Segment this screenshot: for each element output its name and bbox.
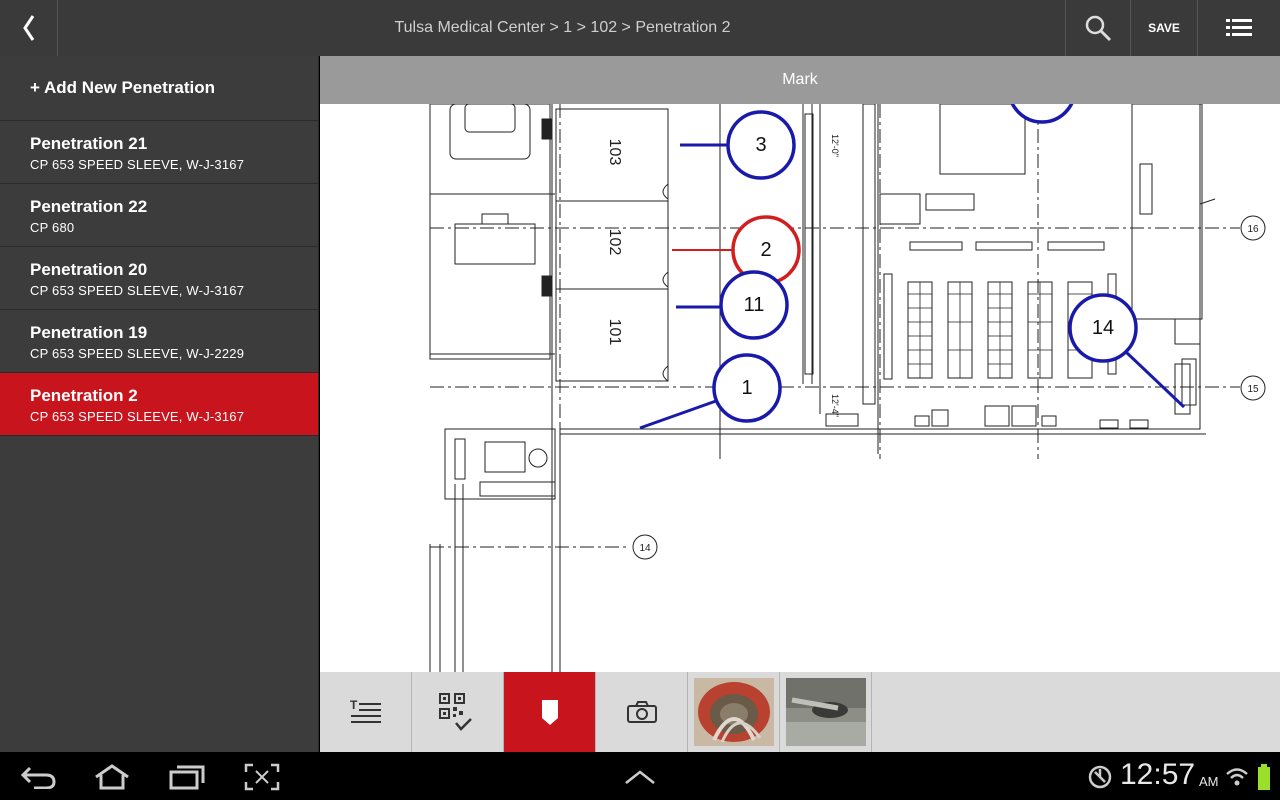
list-item-penetration-20[interactable]: Penetration 20 CP 653 SPEED SLEEVE, W-J-…: [0, 247, 318, 310]
back-button[interactable]: [0, 0, 58, 56]
sync-icon: [1088, 765, 1112, 789]
wifi-status: [1222, 762, 1252, 792]
photo-thumbnail-1[interactable]: [688, 672, 780, 752]
grid-bubble-15: 15: [1240, 375, 1266, 401]
marker-label: 14: [1092, 317, 1114, 339]
list-item-detail: CP 653 SPEED SLEEVE, W-J-3167: [30, 409, 245, 424]
clock-time: 12:57: [1120, 758, 1196, 791]
room-label-103: 103: [606, 139, 623, 166]
back-chevron-icon: [22, 15, 34, 41]
search-button[interactable]: [1065, 0, 1130, 56]
marker-label: 3: [755, 134, 766, 156]
text-list-icon: T: [350, 698, 381, 723]
grid-bubble-label: 15: [1247, 384, 1259, 395]
list-item-detail: CP 653 SPEED SLEEVE, W-J-3167: [30, 283, 245, 298]
home-icon: [95, 764, 129, 790]
battery-icon: [1258, 764, 1270, 790]
marker-partial[interactable]: [1009, 104, 1075, 124]
app-drawer-button[interactable]: [620, 762, 660, 792]
list-item-penetration-2[interactable]: Penetration 2 CP 653 SPEED SLEEVE, W-J-3…: [0, 373, 318, 436]
marker-icon: [541, 700, 558, 725]
dimension-label: 12'-4": [830, 394, 840, 417]
action-bar: Tulsa Medical Center > 1 > 102 > Penetra…: [0, 0, 1280, 56]
grid-bubble-16: 16: [1240, 215, 1266, 241]
marker-tool-button[interactable]: [504, 672, 596, 752]
nav-home-button[interactable]: [92, 762, 132, 792]
camera-icon: [626, 701, 657, 723]
up-chevron-icon: [625, 770, 655, 784]
bottom-toolbar: T: [320, 672, 1280, 752]
marker-3[interactable]: 3: [680, 110, 796, 180]
camera-button[interactable]: [596, 672, 688, 752]
clock-ampm: AM: [1199, 774, 1219, 789]
marker-label: 11: [744, 294, 765, 316]
marker-11[interactable]: 11: [676, 270, 789, 340]
screenshot-button[interactable]: [242, 762, 282, 792]
grid-bubble-label: 14: [639, 543, 651, 554]
menu-button[interactable]: [1197, 0, 1280, 56]
recent-apps-icon: [169, 765, 205, 790]
marker-label: 1: [741, 377, 752, 399]
list-item-penetration-19[interactable]: Penetration 19 CP 653 SPEED SLEEVE, W-J-…: [0, 310, 318, 373]
photo-thumbnail-2[interactable]: [780, 672, 872, 752]
svg-text:T: T: [350, 698, 358, 712]
battery-status: [1254, 762, 1274, 792]
nav-back-button[interactable]: [18, 762, 58, 792]
grid-bubble-14: 14: [632, 534, 658, 560]
room-label-102: 102: [606, 229, 623, 256]
floorplan-canvas[interactable]: 16 15 14 103 102 101 12'-0" 12'-4" 3 2 1…: [320, 104, 1280, 672]
grid-bubble-label: 16: [1247, 224, 1259, 235]
nav-recent-apps-button[interactable]: [167, 762, 207, 792]
list-item-detail: CP 680: [30, 220, 75, 235]
photo-thumbnail-image: [786, 678, 866, 746]
list-item-title: Penetration 20: [30, 260, 148, 279]
marker-2[interactable]: 2: [672, 215, 801, 285]
qr-check-icon: [438, 693, 472, 731]
list-item-title: Penetration 21: [30, 134, 148, 153]
list-item-title: Penetration 19: [30, 323, 148, 342]
floorplan-drawing[interactable]: 16 15 14 103 102 101 12'-0" 12'-4" 3 2 1…: [320, 104, 1280, 672]
wifi-icon: [1226, 768, 1248, 786]
search-icon: [1085, 15, 1112, 42]
dimension-label: 12'-0": [830, 134, 840, 157]
marker-14[interactable]: 14: [1068, 293, 1186, 409]
screenshot-icon: [244, 763, 280, 791]
list-item-penetration-21[interactable]: Penetration 21 CP 653 SPEED SLEEVE, W-J-…: [0, 121, 318, 184]
list-menu-icon: [1226, 19, 1252, 36]
qr-scan-button[interactable]: [412, 672, 504, 752]
list-item-title: Penetration 22: [30, 197, 148, 216]
add-penetration-button[interactable]: + Add New Penetration: [0, 56, 318, 121]
breadcrumb-title: Tulsa Medical Center > 1 > 102 > Penetra…: [394, 19, 731, 36]
marker-label: 2: [760, 239, 771, 261]
photo-thumbnail-image: [694, 678, 774, 746]
list-item-detail: CP 653 SPEED SLEEVE, W-J-3167: [30, 157, 245, 172]
room-label-101: 101: [606, 319, 623, 346]
list-item-title: Penetration 2: [30, 386, 138, 405]
details-tool-button[interactable]: T: [320, 672, 412, 752]
save-button[interactable]: SAVE: [1130, 0, 1197, 56]
marker-1[interactable]: 1: [639, 353, 782, 430]
list-item-penetration-22[interactable]: Penetration 22 CP 680: [0, 184, 318, 247]
sync-status: [1080, 762, 1120, 792]
mark-header: Mark: [320, 56, 1280, 104]
back-nav-icon: [20, 766, 56, 789]
system-nav-bar: 12:57 AM: [0, 752, 1280, 800]
penetration-list: + Add New Penetration Penetration 21 CP …: [0, 56, 319, 752]
list-item-detail: CP 653 SPEED SLEEVE, W-J-2229: [30, 346, 245, 361]
